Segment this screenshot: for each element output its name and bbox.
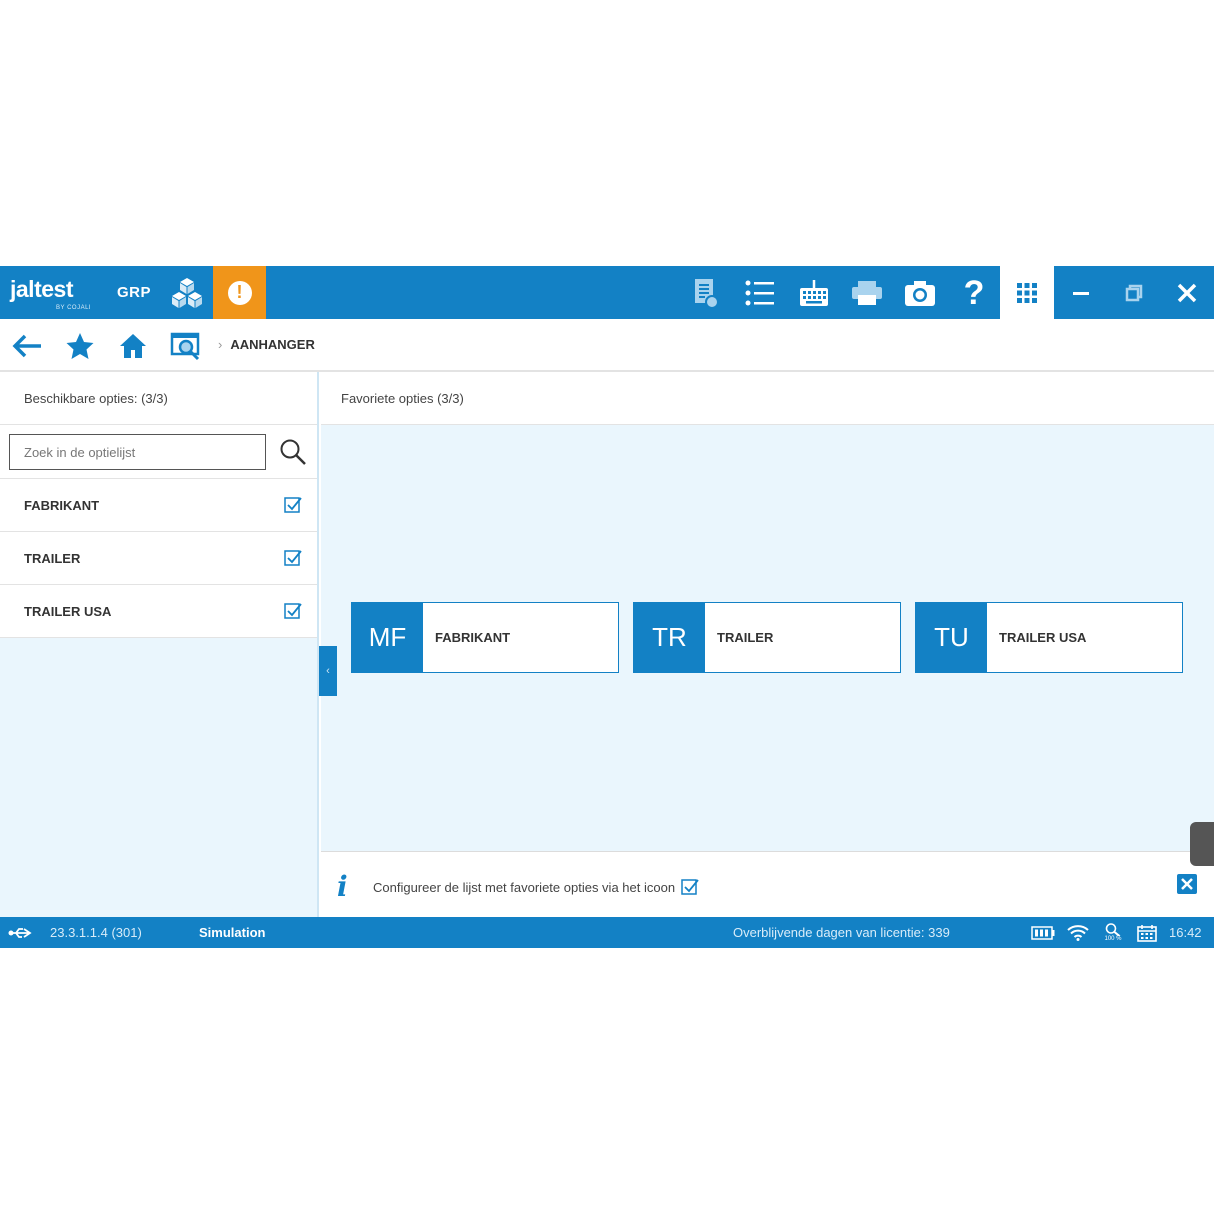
home-icon[interactable]: [116, 329, 150, 363]
chevron-left-icon: ‹: [326, 665, 330, 677]
restore-icon[interactable]: [1117, 276, 1151, 310]
option-item-trailer[interactable]: TRAILER: [0, 532, 317, 585]
zoom-icon: [1105, 923, 1121, 936]
wifi-icon: [1066, 922, 1090, 944]
favorite-card-abbr: TU: [916, 603, 987, 672]
close-icon[interactable]: [1170, 276, 1204, 310]
collapse-panel-button[interactable]: ‹: [319, 646, 337, 696]
mode-label: GRP: [117, 284, 152, 301]
breadcrumb: › AANHANGER: [218, 337, 315, 352]
clock-text: 16:42: [1169, 925, 1202, 940]
side-tab-handle[interactable]: [1190, 822, 1214, 866]
option-label: TRAILER USA: [24, 604, 112, 619]
option-item-trailer-usa[interactable]: TRAILER USA: [0, 585, 317, 638]
info-message: Configureer de lijst met favoriete optie…: [373, 878, 699, 896]
option-label: TRAILER: [24, 551, 81, 566]
option-search: [0, 425, 317, 479]
favorite-card-trailer-usa[interactable]: TU TRAILER USA: [915, 602, 1183, 673]
zoom-level: 100 %: [1104, 936, 1122, 942]
favorite-options-header: Favoriete opties (3/3): [321, 372, 1214, 425]
logo-by-text: BY COJALI: [56, 305, 92, 311]
favorites-star-icon[interactable]: [63, 329, 97, 363]
breadcrumb-current[interactable]: AANHANGER: [230, 337, 315, 352]
search-window-icon[interactable]: [169, 329, 203, 363]
minimize-icon[interactable]: [1064, 276, 1098, 310]
back-arrow-icon[interactable]: [10, 329, 44, 363]
alert-button[interactable]: !: [213, 266, 266, 319]
top-bar-main: jaltest BY COJALI GRP ! ?: [0, 266, 1000, 319]
status-bar: 23.3.1.1.4 (301) Simulation Overblijvend…: [0, 917, 1214, 948]
option-label: FABRIKANT: [24, 498, 100, 513]
navigation-bar: › AANHANGER: [0, 319, 1214, 372]
license-text: Overblijvende dagen van licentie: 339: [733, 925, 950, 940]
favorite-options-panel: Favoriete opties (3/3) MF FABRIKANT TR T…: [321, 372, 1214, 917]
document-icon[interactable]: [689, 276, 723, 310]
mode-text: Simulation: [199, 925, 266, 940]
camera-icon[interactable]: [903, 276, 937, 310]
window-controls: [1054, 266, 1214, 319]
help-icon[interactable]: ?: [957, 274, 991, 312]
favorite-cards: MF FABRIKANT TR TRAILER TU TRAILER USA: [351, 602, 1183, 673]
favorite-card-abbr: MF: [352, 603, 423, 672]
available-options-header: Beschikbare opties: (3/3): [0, 372, 317, 425]
calendar-icon[interactable]: [1135, 922, 1159, 944]
checkbox-checked-icon[interactable]: [284, 602, 302, 620]
checkbox-checked-icon: [681, 879, 699, 895]
info-text: Configureer de lijst met favoriete optie…: [373, 879, 676, 895]
version-text: 23.3.1.1.4 (301): [50, 925, 142, 940]
zoom-indicator[interactable]: 100 %: [1101, 922, 1125, 944]
usb-icon: [8, 922, 32, 944]
info-bar: i Configureer de lijst met favoriete opt…: [321, 851, 1214, 917]
breadcrumb-chevron-icon: ›: [218, 337, 223, 352]
battery-icon: [1031, 922, 1055, 944]
logo-text: jaltest: [10, 276, 73, 302]
apps-grid-icon[interactable]: [1000, 266, 1054, 319]
jaltest-logo: jaltest BY COJALI: [10, 276, 91, 311]
close-info-icon[interactable]: [1177, 874, 1197, 894]
favorite-card-trailer[interactable]: TR TRAILER: [633, 602, 901, 673]
option-search-input[interactable]: [9, 434, 266, 470]
favorite-card-abbr: TR: [634, 603, 705, 672]
cubes-icon[interactable]: [170, 276, 204, 315]
info-icon: i: [337, 870, 348, 903]
favorite-card-label: TRAILER: [717, 630, 774, 645]
printer-icon[interactable]: [850, 276, 884, 310]
checkbox-checked-icon[interactable]: [284, 549, 302, 567]
favorite-card-fabrikant[interactable]: MF FABRIKANT: [351, 602, 619, 673]
top-bar: jaltest BY COJALI GRP ! ?: [0, 266, 1214, 319]
jaltest-app: jaltest BY COJALI GRP ! ? › AANHANGER Be…: [0, 266, 1214, 948]
keyboard-icon[interactable]: [797, 276, 831, 310]
available-options-panel: Beschikbare opties: (3/3) FABRIKANT TRAI…: [0, 372, 319, 917]
option-item-fabrikant[interactable]: FABRIKANT: [0, 479, 317, 532]
list-icon[interactable]: [743, 276, 777, 310]
favorite-card-label: TRAILER USA: [999, 630, 1087, 645]
favorite-card-label: FABRIKANT: [435, 630, 511, 645]
search-icon[interactable]: [276, 435, 310, 469]
checkbox-checked-icon[interactable]: [284, 496, 302, 514]
alert-icon: !: [227, 280, 252, 305]
